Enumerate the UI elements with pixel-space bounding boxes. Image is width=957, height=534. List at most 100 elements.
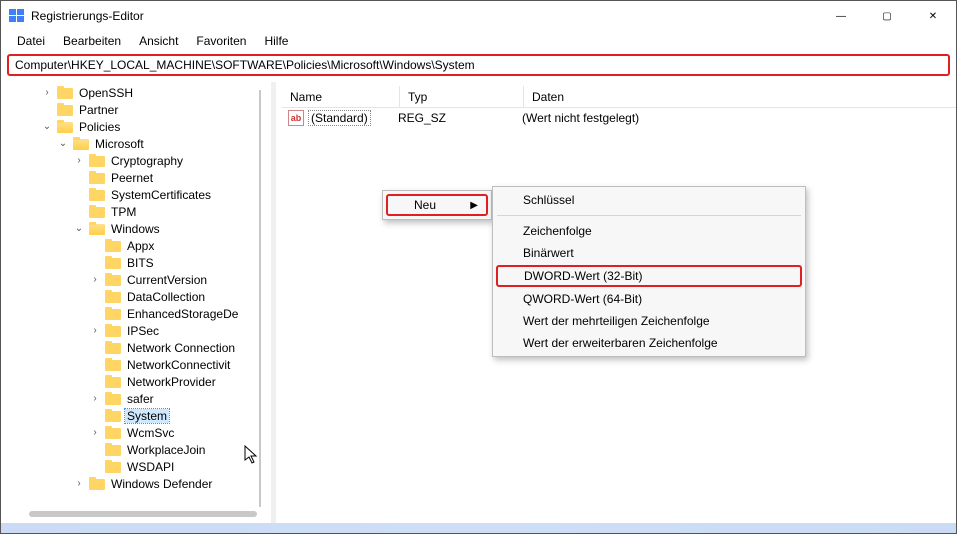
tree-label: SystemCertificates — [109, 188, 213, 202]
column-header-name[interactable]: Name — [282, 86, 400, 107]
tree-item-policies[interactable]: ⌄ Policies — [5, 118, 271, 135]
menu-bar: Datei Bearbeiten Ansicht Favoriten Hilfe — [1, 31, 956, 51]
menu-file[interactable]: Datei — [9, 32, 53, 50]
tree-item-openssh[interactable]: ›OpenSSH — [5, 84, 271, 101]
context-label: Binärwert — [523, 246, 574, 260]
address-bar[interactable] — [7, 54, 950, 76]
expander-icon[interactable]: › — [73, 155, 85, 166]
context-label: DWORD-Wert (32-Bit) — [524, 269, 642, 283]
menu-edit[interactable]: Bearbeiten — [55, 32, 129, 50]
tree-label: Windows Defender — [109, 477, 214, 491]
context-submenu-new[interactable]: Schlüssel Zeichenfolge Binärwert DWORD-W… — [492, 186, 806, 357]
tree-label: EnhancedStorageDe — [125, 307, 240, 321]
folder-icon — [105, 256, 121, 269]
folder-icon — [105, 273, 121, 286]
tree-label: Appx — [125, 239, 156, 253]
context-label: Zeichenfolge — [523, 224, 592, 238]
address-input[interactable] — [13, 57, 944, 73]
expander-icon[interactable]: › — [89, 274, 101, 285]
context-item-binary[interactable]: Binärwert — [495, 242, 803, 264]
tree-item-datacollection[interactable]: DataCollection — [5, 288, 271, 305]
minimize-button[interactable]: — — [818, 1, 864, 31]
folder-icon — [105, 409, 121, 422]
tree-item-ipsec[interactable]: › IPSec — [5, 322, 271, 339]
tree-label: Network Connection — [125, 341, 237, 355]
tree-item-wsdapi[interactable]: WSDAPI — [5, 458, 271, 475]
folder-icon — [105, 290, 121, 303]
tree-item-partner[interactable]: Partner — [5, 101, 271, 118]
tree-item-windows[interactable]: ⌄Windows — [5, 220, 271, 237]
tree-label: TPM — [109, 205, 138, 219]
tree-item-systemcertificates[interactable]: SystemCertificates — [5, 186, 271, 203]
tree-item-networkprovider[interactable]: NetworkProvider — [5, 373, 271, 390]
value-name: (Standard) — [308, 110, 371, 126]
expander-icon[interactable]: › — [89, 393, 101, 404]
menu-view[interactable]: Ansicht — [131, 32, 186, 50]
tree-label: IPSec — [125, 324, 161, 338]
context-menu-primary[interactable]: Neu ▶ — [382, 190, 492, 220]
folder-icon — [105, 460, 121, 473]
tree-item-appx[interactable]: Appx — [5, 237, 271, 254]
maximize-button[interactable]: ▢ — [864, 1, 910, 31]
context-label: QWORD-Wert (64-Bit) — [523, 292, 642, 306]
expander-icon[interactable]: ⌄ — [73, 223, 85, 234]
column-header-data[interactable]: Daten — [524, 86, 956, 107]
folder-icon — [105, 341, 121, 354]
tree-item-networkconnection[interactable]: Network Connection — [5, 339, 271, 356]
tree-pane[interactable]: ›OpenSSH Partner ⌄ Policies ⌄Microsoft ›C… — [1, 82, 271, 523]
tree-item-tpm[interactable]: TPM — [5, 203, 271, 220]
tree-item-enhancedstorage[interactable]: EnhancedStorageDe — [5, 305, 271, 322]
folder-icon — [105, 324, 121, 337]
folder-icon — [89, 171, 105, 184]
tree-item-system[interactable]: System — [5, 407, 271, 424]
folder-icon — [57, 103, 73, 116]
tree-item-microsoft[interactable]: ⌄Microsoft — [5, 135, 271, 152]
context-item-dword32[interactable]: DWORD-Wert (32-Bit) — [496, 265, 802, 287]
tree-label: BITS — [125, 256, 156, 270]
tree-item-cryptography[interactable]: ›Cryptography — [5, 152, 271, 169]
expander-icon[interactable]: › — [73, 478, 85, 489]
value-data: (Wert nicht festgelegt) — [522, 111, 639, 125]
folder-icon — [105, 426, 121, 439]
context-item-multi-string[interactable]: Wert der mehrteiligen Zeichenfolge — [495, 310, 803, 332]
context-item-neu[interactable]: Neu ▶ — [386, 194, 488, 216]
vertical-scrollbar[interactable] — [259, 90, 261, 507]
tree-item-windowsdefender[interactable]: › Windows Defender — [5, 475, 271, 492]
folder-icon — [105, 392, 121, 405]
context-item-expand-string[interactable]: Wert der erweiterbaren Zeichenfolge — [495, 332, 803, 354]
tree-label: NetworkConnectivit — [125, 358, 232, 372]
taskbar-peek — [1, 523, 956, 533]
tree-item-safer[interactable]: ›safer — [5, 390, 271, 407]
expander-icon[interactable]: › — [89, 427, 101, 438]
tree-label: WcmSvc — [125, 426, 176, 440]
tree-label: Policies — [77, 120, 122, 134]
expander-icon[interactable]: ⌄ — [57, 138, 69, 149]
folder-icon — [105, 239, 121, 252]
menu-help[interactable]: Hilfe — [256, 32, 296, 50]
value-list-pane[interactable]: Name Typ Daten ab (Standard) REG_SZ (Wer… — [276, 82, 956, 523]
expander-icon[interactable]: › — [41, 87, 53, 98]
string-value-icon: ab — [288, 110, 304, 126]
column-header-type[interactable]: Typ — [400, 86, 524, 107]
tree-item-bits[interactable]: BITS — [5, 254, 271, 271]
tree-item-workplacejoin[interactable]: WorkplaceJoin — [5, 441, 271, 458]
submenu-arrow-icon: ▶ — [470, 200, 478, 211]
expander-icon[interactable]: › — [89, 325, 101, 336]
menu-separator — [497, 215, 801, 216]
folder-icon — [105, 375, 121, 388]
context-item-key[interactable]: Schlüssel — [495, 189, 803, 211]
title-bar: Registrierungs-Editor — ▢ ✕ — [1, 1, 956, 31]
tree-item-wcmsvc[interactable]: › WcmSvc — [5, 424, 271, 441]
context-item-string[interactable]: Zeichenfolge — [495, 220, 803, 242]
tree-item-currentversion[interactable]: ›CurrentVersion — [5, 271, 271, 288]
context-label: Schlüssel — [523, 193, 574, 207]
expander-icon[interactable]: ⌄ — [41, 121, 53, 132]
folder-icon — [89, 188, 105, 201]
tree-item-peernet[interactable]: Peernet — [5, 169, 271, 186]
menu-favorites[interactable]: Favoriten — [188, 32, 254, 50]
tree-item-networkconnectivit[interactable]: NetworkConnectivit — [5, 356, 271, 373]
value-row-default[interactable]: ab (Standard) REG_SZ (Wert nicht festgel… — [282, 108, 956, 128]
context-item-qword64[interactable]: QWORD-Wert (64-Bit) — [495, 288, 803, 310]
close-button[interactable]: ✕ — [910, 1, 956, 31]
horizontal-scrollbar[interactable] — [29, 511, 257, 517]
